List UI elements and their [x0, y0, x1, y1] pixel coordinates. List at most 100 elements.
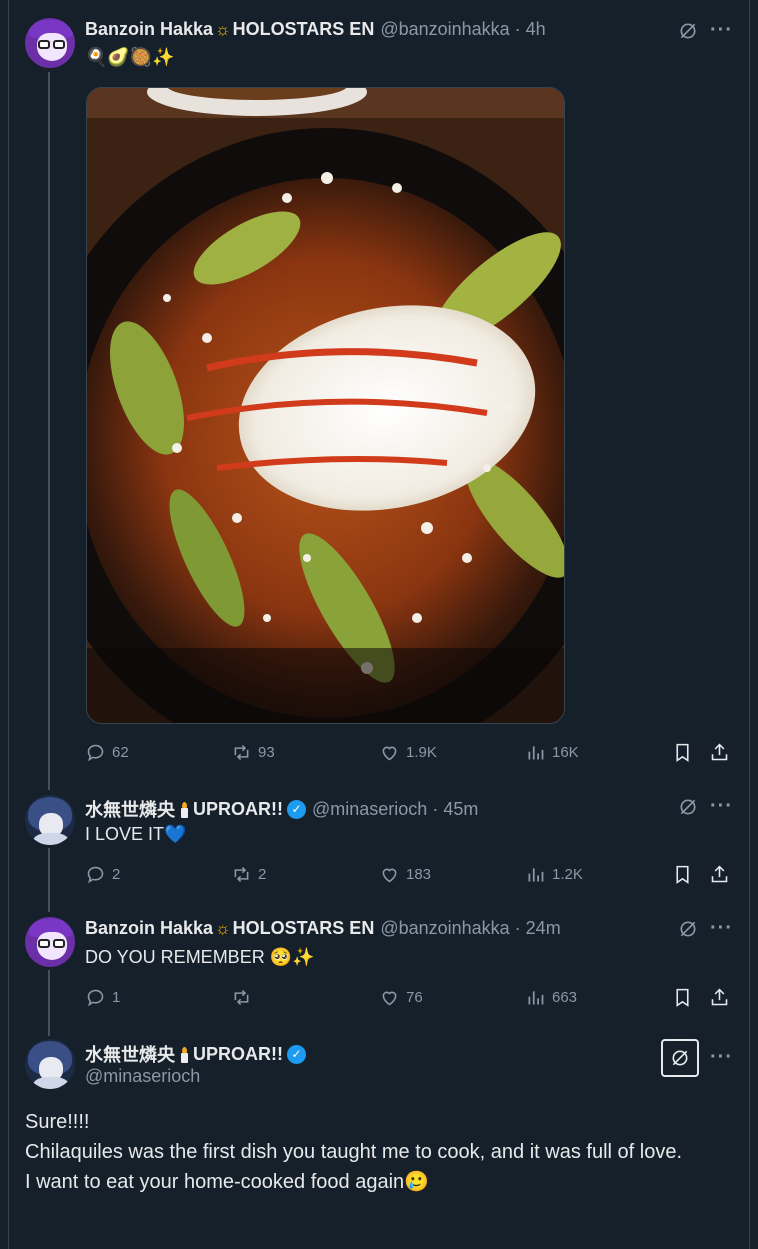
views-icon	[528, 991, 544, 1005]
like-button[interactable]: 1.9K	[379, 742, 437, 763]
post-header: 水無世燐央 UPROAR!! ✓ @minaserioch · 45m	[85, 796, 478, 822]
avatar[interactable]	[25, 795, 75, 845]
post-time[interactable]: 45m	[443, 799, 478, 820]
display-name[interactable]: Banzoin Hakka	[85, 19, 213, 40]
verified-icon: ✓	[287, 1044, 306, 1064]
candle-icon	[180, 802, 189, 818]
bookmark-button[interactable]	[672, 864, 699, 885]
grok-button[interactable]	[661, 1039, 699, 1077]
grok-icon	[672, 1050, 688, 1066]
share-icon	[711, 743, 728, 761]
reply-button[interactable]: 62	[85, 742, 129, 763]
display-name[interactable]: Banzoin Hakka	[85, 918, 213, 939]
display-name-suffix[interactable]: HOLOSTARS EN	[233, 918, 375, 939]
post-time[interactable]: 4h	[526, 19, 546, 40]
repost-icon	[234, 866, 249, 883]
share-button[interactable]	[709, 742, 736, 763]
bookmark-icon	[676, 988, 689, 1007]
share-icon	[711, 988, 728, 1006]
views-count: 663	[552, 989, 578, 1006]
views-button[interactable]: 1.2K	[525, 864, 583, 885]
display-name-suffix[interactable]: HOLOSTARS EN	[233, 19, 375, 40]
like-icon	[382, 746, 397, 761]
separator-dot: ·	[514, 19, 521, 39]
grok-icon[interactable]	[678, 919, 698, 939]
grok-icon[interactable]	[678, 797, 698, 817]
post-emoji-text: 🍳🥑🥘✨	[85, 47, 175, 67]
views-count: 1.2K	[552, 866, 583, 883]
reply-count: 62	[112, 744, 129, 761]
share-icon	[711, 865, 728, 883]
repost-count: 93	[258, 744, 275, 761]
reply-count: 1	[112, 989, 121, 1006]
post-text: I LOVE IT💙	[85, 824, 187, 844]
user-handle[interactable]: @banzoinhakka	[380, 19, 509, 40]
display-name-suffix[interactable]: UPROAR!!	[193, 1044, 283, 1065]
repost-button[interactable]	[231, 987, 258, 1008]
avatar[interactable]	[25, 1039, 75, 1089]
views-icon	[528, 746, 544, 760]
food-photo	[87, 88, 564, 723]
post-text: 🍳🥑🥘✨	[85, 47, 175, 68]
post-text-line: Sure!!!!	[25, 1111, 90, 1133]
bookmark-icon	[676, 865, 689, 884]
repost-button[interactable]: 93	[231, 742, 275, 763]
sun-icon: ☼	[215, 918, 231, 938]
focused-handle-row: @minaserioch	[79, 1066, 200, 1087]
reply-icon	[87, 744, 104, 762]
share-button[interactable]	[709, 987, 736, 1008]
display-name[interactable]: 水無世燐央	[85, 1041, 175, 1067]
repost-button[interactable]: 2	[231, 864, 266, 885]
more-icon[interactable]: ···	[710, 795, 733, 818]
display-name[interactable]: 水無世燐央	[85, 796, 175, 822]
like-icon	[382, 868, 397, 883]
like-button[interactable]: 183	[379, 864, 431, 885]
reply-icon	[87, 989, 104, 1007]
separator-dot: ·	[432, 798, 439, 819]
thread-line	[48, 970, 50, 1036]
candle-icon	[180, 1047, 189, 1063]
user-handle[interactable]: @minaserioch	[312, 799, 427, 820]
display-name-suffix[interactable]: UPROAR!!	[193, 799, 283, 820]
post-text: DO YOU REMEMBER 🥺✨	[85, 947, 315, 967]
bookmark-button[interactable]	[672, 742, 699, 763]
reply-button[interactable]: 2	[85, 864, 120, 885]
reply-count: 2	[112, 866, 121, 883]
avatar[interactable]	[25, 18, 75, 68]
views-button[interactable]: 16K	[525, 742, 579, 763]
more-icon[interactable]: ···	[710, 1046, 733, 1069]
grok-icon[interactable]	[678, 21, 698, 41]
separator-dot: ·	[514, 918, 521, 938]
user-handle[interactable]: @banzoinhakka	[380, 918, 509, 939]
views-count: 16K	[552, 744, 579, 761]
post-header: Banzoin Hakka ☼ HOLOSTARS EN @banzoinhak…	[85, 918, 561, 939]
reply-icon	[87, 866, 104, 884]
user-handle[interactable]: @minaserioch	[85, 1066, 200, 1087]
avatar[interactable]	[25, 917, 75, 967]
post-actions: 62 93 1.9K 16K	[85, 742, 735, 766]
post-header: Banzoin Hakka ☼ HOLOSTARS EN @banzoinhak…	[85, 19, 546, 40]
like-button[interactable]: 76	[379, 987, 423, 1008]
like-count: 183	[406, 866, 432, 883]
focused-post-text: Sure!!!! Chilaquiles was the first dish …	[25, 1107, 725, 1197]
like-count: 1.9K	[406, 744, 437, 761]
post-text-line: I want to eat your home-cooked food agai…	[25, 1171, 430, 1193]
reply-button[interactable]: 1	[85, 987, 120, 1008]
post-actions: 2 2 183 1.2K	[85, 864, 735, 888]
more-icon[interactable]: ···	[710, 19, 733, 42]
post-time[interactable]: 24m	[526, 918, 561, 939]
views-icon	[528, 868, 544, 882]
like-count: 76	[406, 989, 423, 1006]
views-button[interactable]: 663	[525, 987, 577, 1008]
more-icon[interactable]: ···	[710, 917, 733, 940]
verified-icon: ✓	[287, 799, 306, 819]
repost-icon	[234, 989, 249, 1006]
bookmark-icon	[676, 743, 689, 762]
post-image[interactable]	[86, 87, 565, 724]
post-actions: 1 76 663	[85, 987, 735, 1011]
post-text-line: Chilaquiles was the first dish you taugh…	[25, 1141, 683, 1163]
sun-icon: ☼	[215, 19, 231, 39]
share-button[interactable]	[709, 864, 736, 885]
bookmark-button[interactable]	[672, 987, 699, 1008]
thread-line	[48, 72, 50, 790]
